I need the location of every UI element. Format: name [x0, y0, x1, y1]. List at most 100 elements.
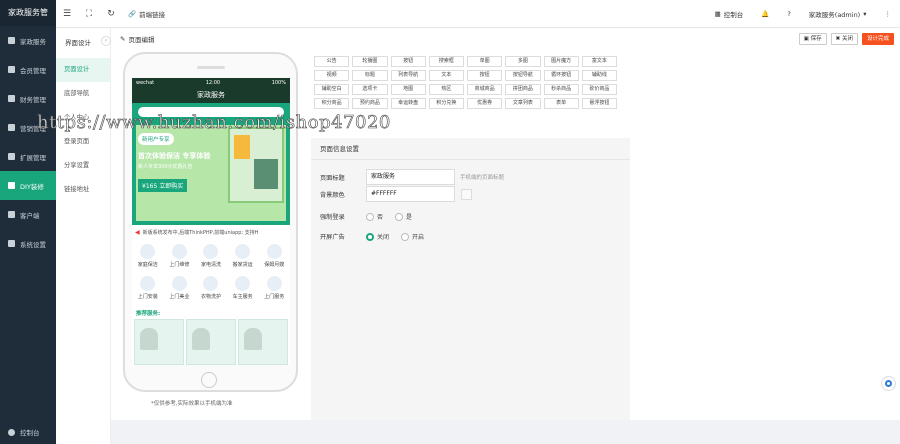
service-item[interactable]: 上门服务 [258, 273, 290, 305]
login-option-yes[interactable]: 是 [395, 212, 412, 221]
publish-button[interactable]: 设计完成 [861, 33, 894, 45]
bg-color-input[interactable]: #FFFFFF [366, 186, 455, 202]
component-item[interactable]: 表单 [543, 98, 579, 109]
user-menu[interactable]: 家政服务(admin) ▾ [800, 9, 876, 19]
subnav-item-link-address[interactable]: 链接地址 [56, 178, 110, 202]
phone-notice[interactable]: ◀ 新版系统发布中,后端ThinkPHP,前端uniapp; 支持H [132, 225, 290, 239]
sidebar-item-extensions[interactable]: 扩展管理 [0, 142, 56, 171]
save-button[interactable]: ▣ 保存 [798, 33, 827, 45]
component-item[interactable]: 图片魔方 [543, 56, 579, 67]
service-item[interactable]: 搬家货运 [227, 241, 259, 273]
menu-toggle-icon[interactable]: ☰ [56, 9, 78, 19]
monitor-icon [8, 211, 15, 218]
status-bar: wechat 12:00 100% [132, 78, 290, 87]
sidebar-item-finance[interactable]: 财务管理 [0, 84, 56, 113]
recommend-heading: 推荐服务: [136, 311, 161, 317]
appliance-icon [203, 244, 219, 259]
service-item[interactable]: 车主服务 [227, 273, 259, 305]
component-item[interactable]: 秒杀商品 [543, 84, 579, 95]
sidebar-item-members[interactable]: 会员管理 [0, 55, 56, 84]
floating-help-button[interactable] [881, 376, 896, 391]
banner-headline: 首次体验保洁 专享体验 [138, 152, 211, 160]
shirt-icon [203, 276, 219, 291]
component-item[interactable]: 循环按钮 [543, 70, 579, 81]
sidebar: 家政服务管 家政服务 会员管理 财务管理 营销管理 扩展管理 DIY装修 客户端… [0, 0, 56, 444]
console-link[interactable]: ▦ 控制台 [706, 9, 753, 19]
sidebar-console[interactable]: 控制台 [0, 420, 56, 444]
install-icon [140, 276, 156, 291]
ad-option-off[interactable]: 关闭 [366, 232, 389, 241]
component-item[interactable]: 砍价商品 [581, 84, 617, 95]
color-picker[interactable] [461, 188, 472, 200]
component-item[interactable]: 辅助线 [581, 70, 617, 81]
component-item[interactable]: 按钮 [390, 56, 426, 67]
component-item[interactable]: 富文本 [581, 56, 617, 67]
refresh-icon[interactable]: ↻ [100, 9, 122, 19]
component-item[interactable]: 拼团商品 [505, 84, 541, 95]
component-item[interactable]: 商城商品 [467, 84, 503, 95]
more-icon[interactable]: ⋮ [876, 10, 900, 18]
service-item[interactable]: 上门维修 [164, 241, 196, 273]
component-item[interactable]: 幸运转盘 [390, 98, 426, 109]
service-item[interactable]: 保姆月嫂 [258, 241, 290, 273]
fullscreen-icon[interactable]: ⛶ [78, 9, 100, 19]
collapse-subnav-button[interactable]: ‹ [101, 36, 111, 46]
user-name: 家政服务(admin) [808, 11, 861, 19]
close-button[interactable]: ✖ 关闭 [830, 33, 858, 45]
service-item[interactable]: 上门美业 [164, 273, 196, 305]
component-item[interactable]: 单图 [467, 56, 503, 67]
component-item[interactable]: 视频 [314, 70, 350, 81]
sidebar-item-diy[interactable]: DIY装修 [0, 171, 56, 200]
banner-price-value: ¥165 [142, 183, 158, 190]
frontend-link[interactable]: 🔗 前端链接 [128, 9, 165, 19]
component-item[interactable]: 多图 [505, 56, 541, 67]
subnav-item-share-settings[interactable]: 分享设置 [56, 154, 110, 178]
subnav-item-bottom-nav[interactable]: 底部导航 [56, 82, 110, 106]
component-item[interactable]: 文本 [428, 70, 464, 81]
component-item[interactable]: 辅助空白 [314, 84, 350, 95]
recommend-card[interactable] [134, 319, 184, 365]
recommend-card[interactable] [238, 319, 288, 365]
component-item[interactable]: 公告 [314, 56, 350, 67]
component-item[interactable]: 选项卡 [352, 84, 388, 95]
footer-bar [111, 420, 900, 444]
component-item[interactable]: 积分兑换 [428, 98, 464, 109]
help-circle-icon [885, 380, 892, 387]
component-item[interactable]: 按钮 [467, 70, 503, 81]
sidebar-item-label: 系统设置 [20, 240, 46, 249]
component-item[interactable]: 文章列表 [505, 98, 541, 109]
component-item[interactable]: 列表导航 [390, 70, 426, 81]
component-item[interactable]: 优惠券 [467, 98, 503, 109]
component-item[interactable]: 地图 [390, 84, 426, 95]
title-row: 页面标题 家政服务 手机端的页面标题 [320, 169, 504, 185]
login-option-no[interactable]: 否 [366, 212, 383, 221]
page-title-input[interactable]: 家政服务 [366, 169, 455, 185]
service-item[interactable]: 家电清洗 [195, 241, 227, 273]
phone-preview: wechat 12:00 100% 家政服务 新用户专享 首次体验保洁 专享体验 新… [123, 52, 298, 392]
recommend-card[interactable] [186, 319, 236, 365]
subnav-item-login-page[interactable]: 登录页面 [56, 130, 110, 154]
phone-banner[interactable]: 新用户专享 首次体验保洁 专享体验 新人专享300元优惠礼包 ¥165 立即购买 [132, 121, 290, 225]
carrier: wechat [136, 79, 155, 86]
phone-app-title[interactable]: 家政服务 [132, 87, 290, 103]
sidebar-item-client[interactable]: 客户端 [0, 200, 56, 229]
help-icon[interactable]: ? [778, 10, 799, 18]
service-item[interactable]: 衣物洗护 [195, 273, 227, 305]
component-item[interactable]: 预约商品 [352, 98, 388, 109]
banner-subtitle: 新人专享300元优惠礼包 [138, 164, 193, 170]
component-item[interactable]: 积分商品 [314, 98, 350, 109]
ad-option-on[interactable]: 开启 [401, 232, 424, 241]
sidebar-item-housekeeping[interactable]: 家政服务 [0, 26, 56, 55]
component-item[interactable]: 按钮导航 [505, 70, 541, 81]
component-item[interactable]: 悬浮按钮 [581, 98, 617, 109]
bell-icon[interactable]: 🔔 [752, 10, 778, 18]
component-item[interactable]: 搜索框 [428, 56, 464, 67]
sidebar-item-settings[interactable]: 系统设置 [0, 229, 56, 258]
component-item[interactable]: 热区 [428, 84, 464, 95]
component-item[interactable]: 标题 [352, 70, 388, 81]
service-item[interactable]: 上门安装 [132, 273, 164, 305]
service-item[interactable]: 家庭保洁 [132, 241, 164, 273]
topbar: ☰ ⛶ ↻ 🔗 前端链接 ▦ 控制台 🔔 ? 家政服务(admin) ▾ ⋮ [56, 0, 900, 28]
subnav-item-page-design[interactable]: 页面设计 [56, 58, 110, 82]
component-item[interactable]: 轮播图 [352, 56, 388, 67]
